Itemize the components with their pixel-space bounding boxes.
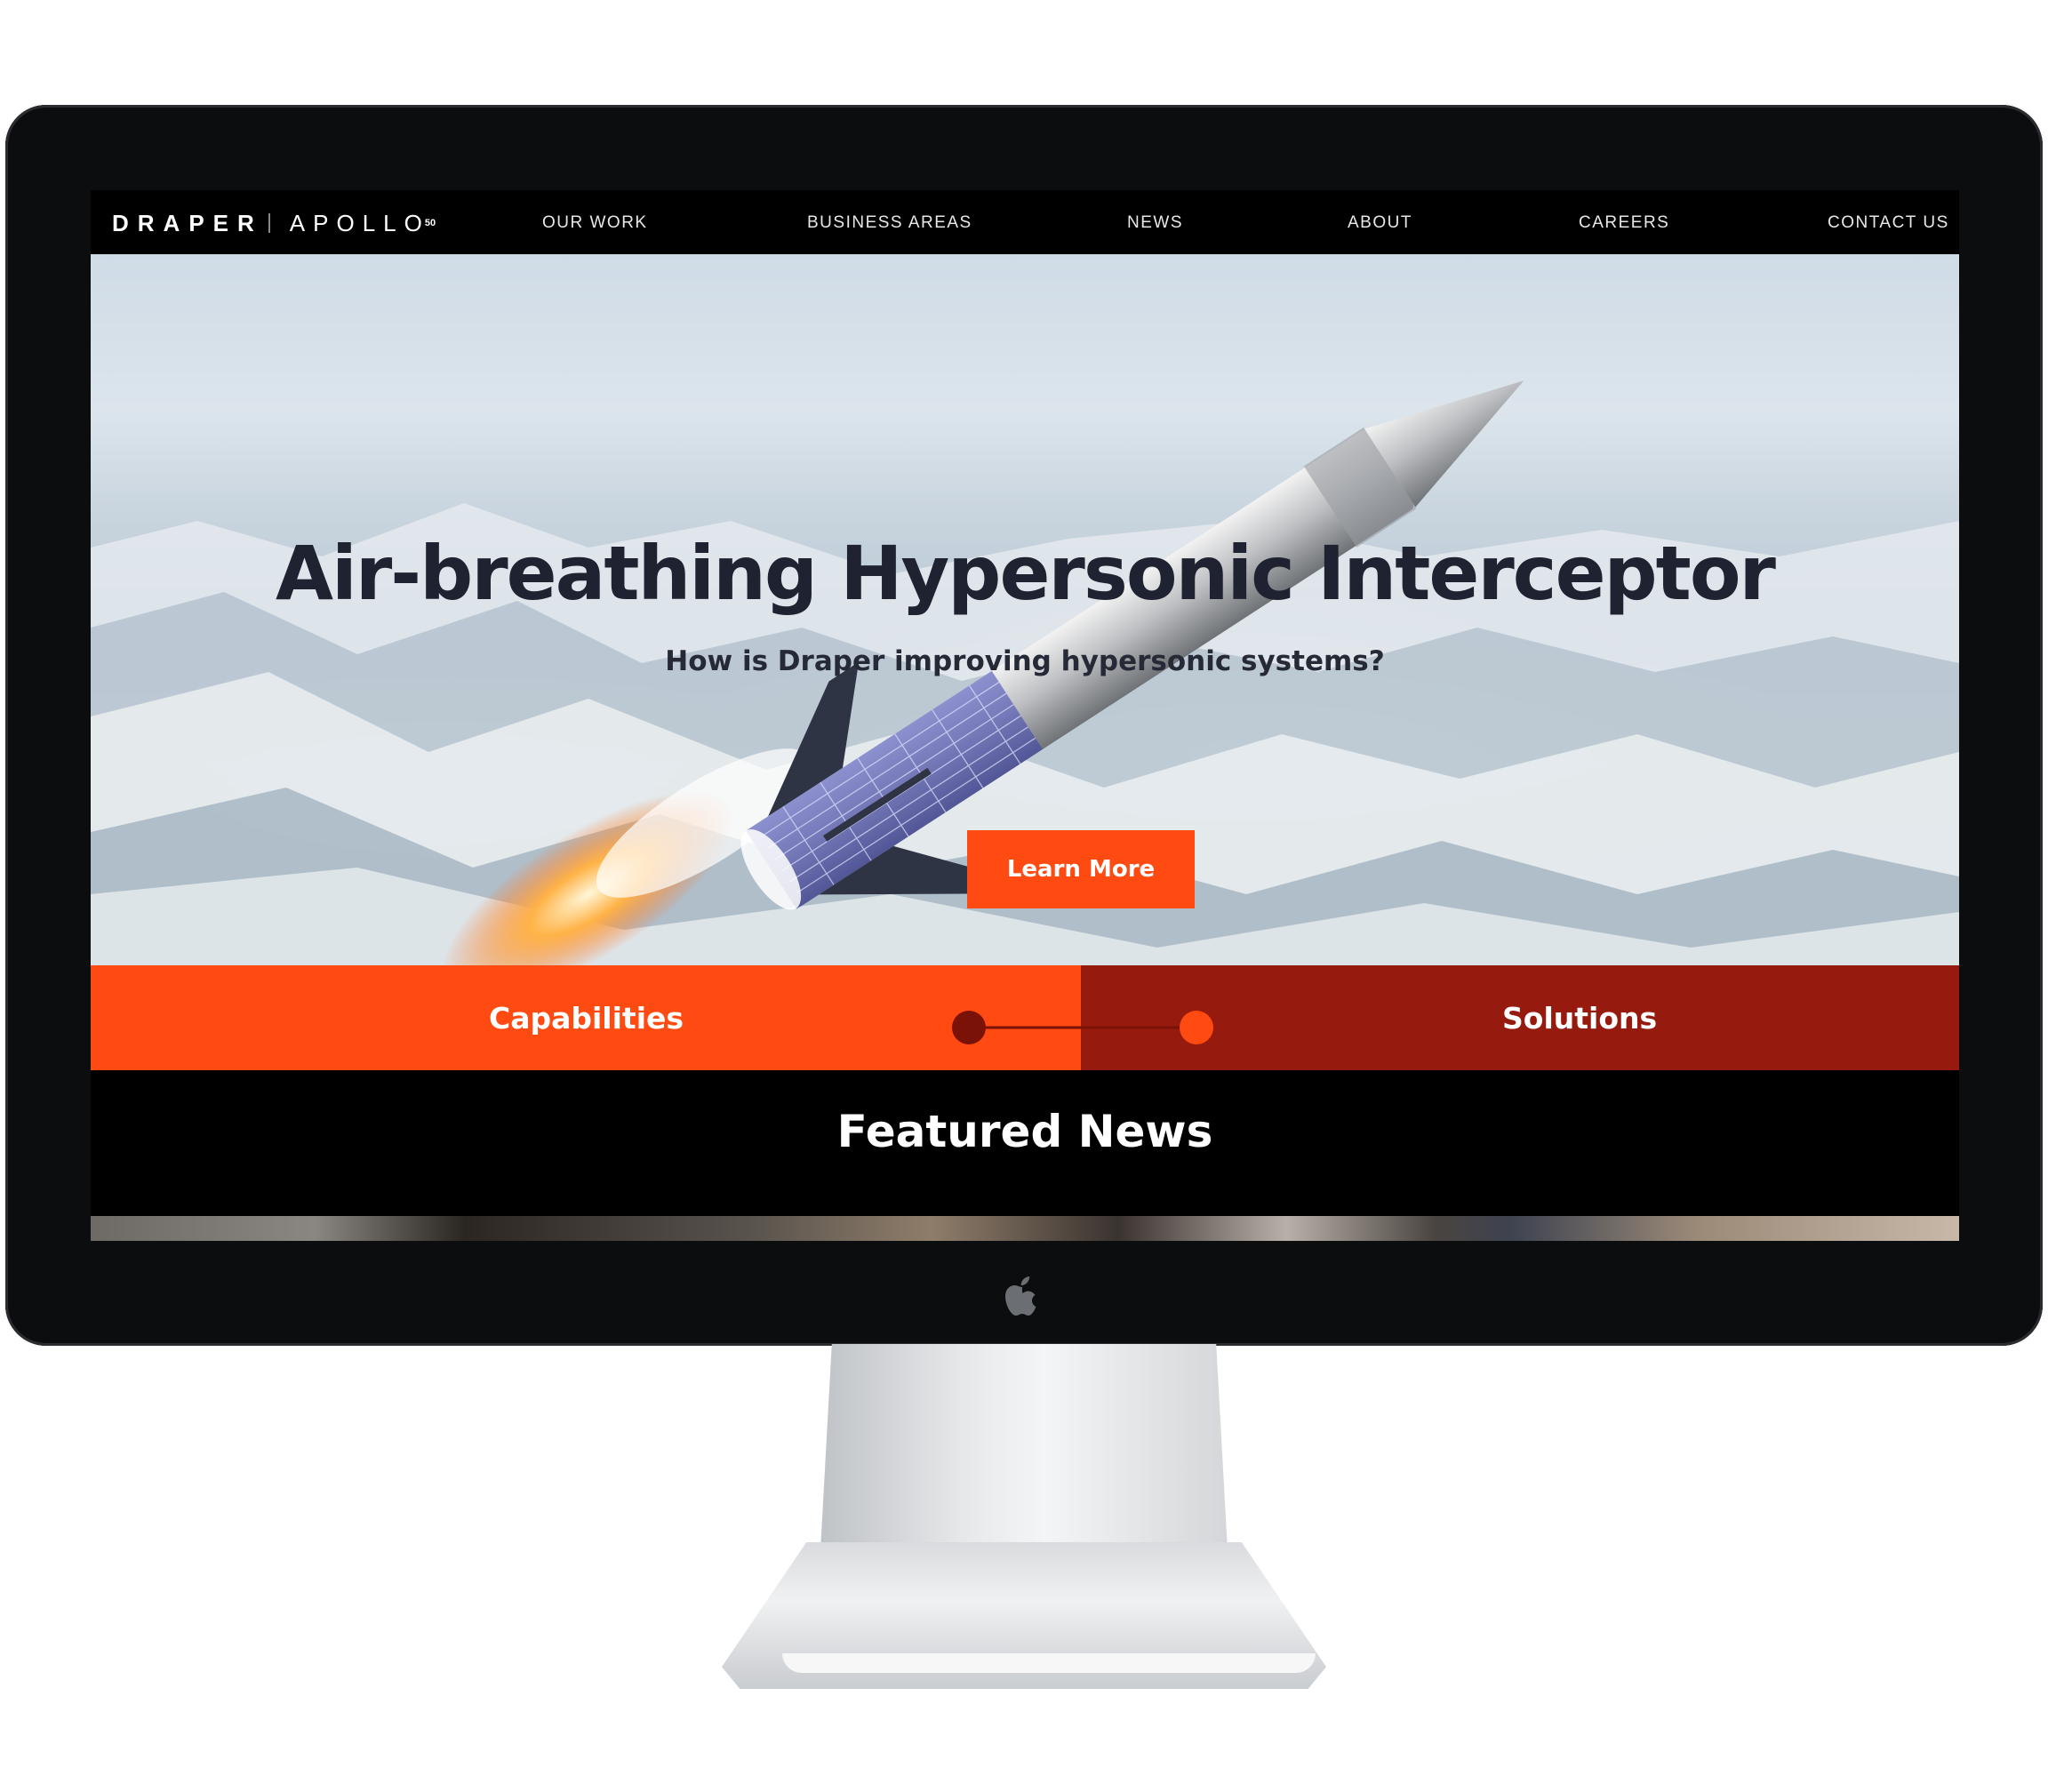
nav-careers[interactable]: CAREERS — [1579, 213, 1669, 233]
hero-title: Air-breathing Hypersonic Interceptor — [276, 530, 1776, 617]
featured-news-images[interactable] — [91, 1216, 1959, 1241]
capabilities-tab[interactable]: Capabilities — [91, 965, 1081, 1070]
learn-more-button[interactable]: Learn More — [967, 830, 1195, 908]
solutions-label: Solutions — [1502, 1001, 1658, 1036]
apple-icon — [1005, 1276, 1036, 1316]
nav-our-work[interactable]: OUR WORK — [542, 213, 648, 233]
nav-about[interactable]: ABOUT — [1348, 213, 1412, 233]
monitor-stand-base — [782, 1653, 1316, 1673]
site-logo[interactable]: DRAPER APOLLO 50 — [112, 208, 436, 238]
logo-draper: DRAPER — [112, 209, 263, 236]
hero-banner: Air-breathing Hypersonic Interceptor How… — [91, 254, 1959, 965]
monitor-stand-neck — [820, 1344, 1228, 1566]
capabilities-solutions-bar: Capabilities Solutions — [91, 965, 1959, 1070]
hero-subtitle: How is Draper improving hypersonic syste… — [665, 645, 1385, 677]
toggle-connector-icon[interactable] — [944, 1010, 1228, 1045]
top-navigation: DRAPER APOLLO 50 OUR WORK BUSINESS AREAS… — [91, 190, 1959, 254]
logo-apollo: APOLLO — [289, 209, 430, 236]
logo-divider — [268, 213, 270, 233]
nav-contact-us[interactable]: CONTACT US — [1828, 213, 1949, 233]
capabilities-label: Capabilities — [489, 1001, 684, 1036]
screen: DRAPER APOLLO 50 OUR WORK BUSINESS AREAS… — [91, 190, 1959, 1241]
featured-news-title: Featured News — [836, 1106, 1213, 1157]
featured-news-section: Featured News — [91, 1070, 1959, 1216]
nav-business-areas[interactable]: BUSINESS AREAS — [807, 213, 972, 233]
logo-superscript: 50 — [424, 218, 436, 228]
nav-news[interactable]: NEWS — [1127, 213, 1183, 233]
